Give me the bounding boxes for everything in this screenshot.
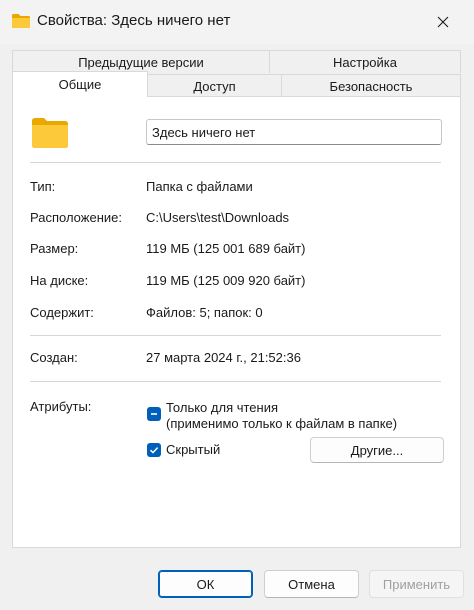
tab-label: Общие xyxy=(58,77,102,92)
cancel-button[interactable]: Отмена xyxy=(264,570,359,598)
separator xyxy=(30,381,441,382)
hidden-checkbox[interactable] xyxy=(147,443,161,457)
readonly-checkbox[interactable] xyxy=(147,407,161,421)
close-button[interactable] xyxy=(425,6,461,38)
separator xyxy=(30,335,441,336)
tab-label: Безопасность xyxy=(329,78,413,94)
size-value: 119 МБ (125 001 689 байт) xyxy=(146,241,306,256)
ok-button[interactable]: ОК xyxy=(158,570,253,598)
checkmark-icon xyxy=(149,447,159,454)
tab-label: Предыдущие версии xyxy=(78,54,204,70)
tab-previous-versions[interactable]: Предыдущие версии xyxy=(12,50,270,73)
folder-icon xyxy=(32,118,68,148)
location-label: Расположение: xyxy=(30,210,122,225)
created-value: 27 марта 2024 г., 21:52:36 xyxy=(146,350,301,365)
size-on-disk-label: На диске: xyxy=(30,273,89,288)
tab-general[interactable]: Общие xyxy=(12,71,148,97)
created-label: Создан: xyxy=(30,350,78,365)
tab-security[interactable]: Безопасность xyxy=(281,74,461,97)
window-title: Свойства: Здесь ничего нет xyxy=(37,12,231,29)
location-value: C:\Users\test\Downloads xyxy=(146,210,290,225)
type-value: Папка с файлами xyxy=(146,179,253,194)
tab-sharing[interactable]: Доступ xyxy=(147,74,282,97)
close-icon xyxy=(437,16,449,28)
separator xyxy=(30,162,441,163)
tab-customize[interactable]: Настройка xyxy=(269,50,461,73)
size-on-disk-value: 119 МБ (125 009 920 байт) xyxy=(146,273,306,288)
size-label: Размер: xyxy=(30,241,79,256)
folder-name-input[interactable] xyxy=(146,119,442,145)
title-bar: Свойства: Здесь ничего нет xyxy=(0,0,474,44)
general-panel: Тип: Папка с файлами Расположение: C:\Us… xyxy=(12,96,461,548)
attributes-label: Атрибуты: xyxy=(30,399,92,414)
folder-icon xyxy=(12,14,30,28)
tab-label: Доступ xyxy=(193,78,236,94)
type-label: Тип: xyxy=(30,179,56,194)
indeterminate-icon xyxy=(151,413,157,415)
readonly-label: Только для чтения xyxy=(166,400,279,415)
contains-label: Содержит: xyxy=(30,305,94,320)
apply-button[interactable]: Применить xyxy=(369,570,464,598)
readonly-note: (применимо только к файлам в папке) xyxy=(166,416,398,431)
hidden-label: Скрытый xyxy=(166,442,221,457)
advanced-attributes-button[interactable]: Другие... xyxy=(310,437,444,463)
tab-label: Настройка xyxy=(333,54,397,70)
contains-value: Файлов: 5; папок: 0 xyxy=(146,305,263,320)
